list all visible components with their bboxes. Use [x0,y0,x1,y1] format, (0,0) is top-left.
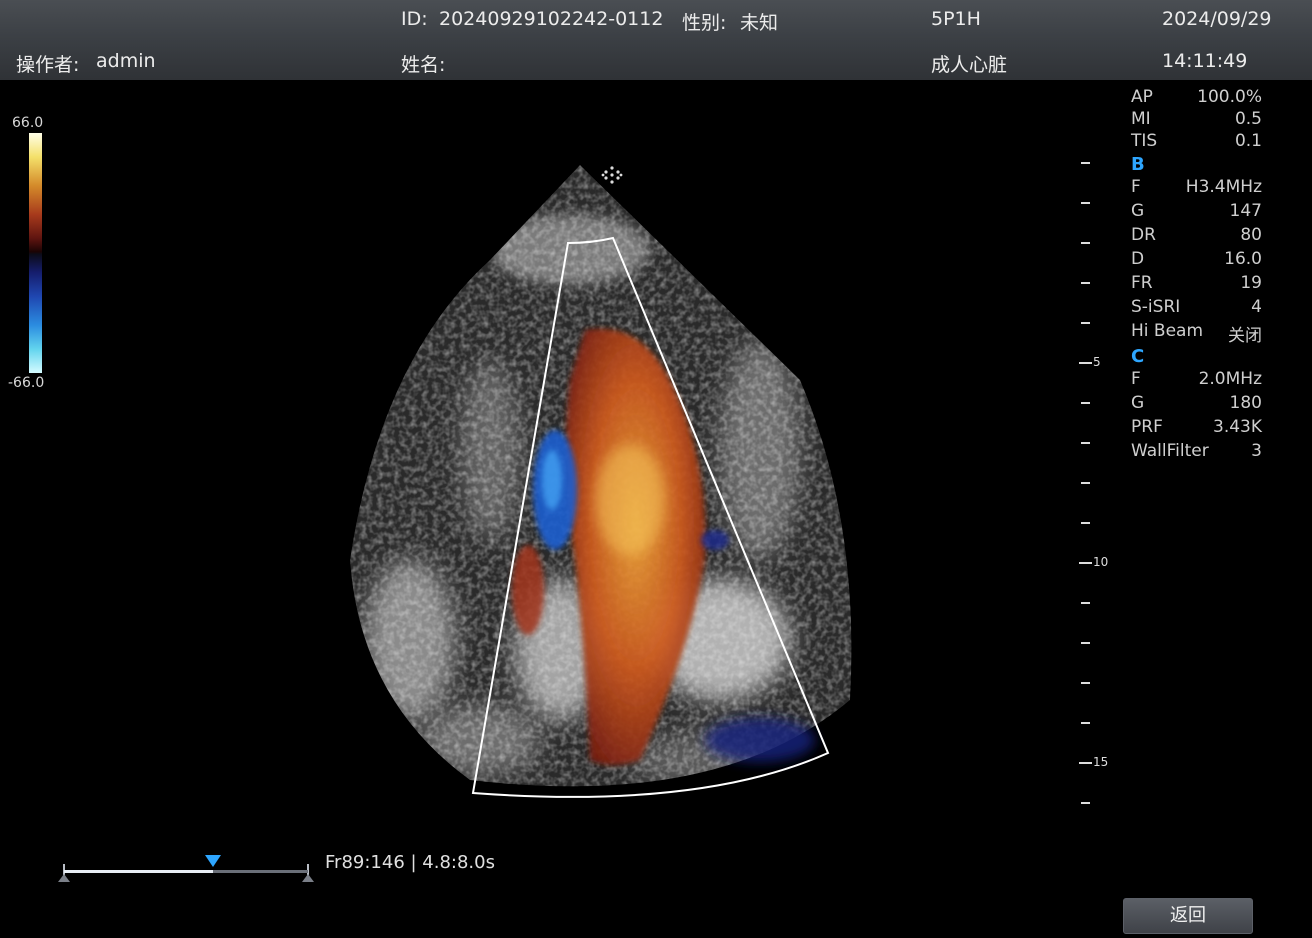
param-b-dynamic-range: DR 80 [1131,225,1262,245]
probe-name: 5P1H [931,8,981,30]
param-b-s-isri: S-iSRI 4 [1131,297,1262,317]
depth-tick-major [1079,362,1092,364]
exam-time: 14:11:49 [1162,50,1248,72]
param-c-frequency: F 2.0MHz [1131,369,1262,389]
param-b-depth: D 16.0 [1131,249,1262,269]
param-b-frequency: F H3.4MHz [1131,177,1262,197]
param-tis: TIS 0.1 [1131,131,1262,151]
patient-id-label: ID: [401,8,428,30]
gender-value: 未知 [740,12,779,34]
param-b-frame-rate: FR 19 [1131,273,1262,293]
param-mi: MI 0.5 [1131,109,1262,129]
depth-tick-major [1079,562,1092,564]
param-c-gain: G 180 [1131,393,1262,413]
depth-label-5: 5 [1093,355,1101,369]
param-c-wall-filter: WallFilter 3 [1131,441,1262,461]
depth-tick [1081,242,1090,244]
probe-orientation-icon [601,166,623,184]
depth-tick [1081,602,1090,604]
depth-tick [1081,162,1090,164]
depth-tick [1081,482,1090,484]
depth-tick [1081,402,1090,404]
back-button[interactable]: 返回 [1123,898,1253,934]
gender-label: 性别: [682,12,727,34]
c-mode-section-title: C [1131,346,1145,367]
header-bar: ID: 20240929102242-0112 性别: 未知 5P1H 2024… [0,0,1312,80]
depth-tick-major [1079,762,1092,764]
operator-value: admin [96,50,156,72]
depth-tick [1081,322,1090,324]
depth-tick [1081,522,1090,524]
cine-playhead[interactable] [204,855,221,867]
depth-ruler: 5 10 15 [1076,150,1116,810]
b-mode-section-title: B [1131,154,1145,175]
cine-start-marker[interactable] [58,874,70,882]
cine-end-marker[interactable] [302,874,314,882]
depth-label-10: 10 [1093,555,1109,569]
imaging-parameters-panel: AP 100.0% MI 0.5 TIS 0.1 B F H3.4MHz G 147 DR… [1131,87,1266,465]
ultrasound-screen: ID: 20240929102242-0112 性别: 未知 5P1H 2024… [0,0,1312,938]
depth-label-15: 15 [1093,755,1109,769]
operator-label: 操作者: [16,54,80,76]
depth-tick [1081,642,1090,644]
param-ap: AP 100.0% [1131,87,1262,107]
depth-tick [1081,442,1090,444]
exam-date: 2024/09/29 [1162,8,1272,30]
exam-preset: 成人心脏 [931,54,1008,76]
patient-name-label: 姓名: [401,54,446,76]
depth-tick [1081,682,1090,684]
patient-id-value: 20240929102242-0112 [439,8,664,30]
frame-info: Fr89:146 | 4.8:8.0s [325,852,495,873]
ultrasound-image[interactable] [0,80,1100,840]
depth-tick [1081,282,1090,284]
depth-tick [1081,202,1090,204]
cine-progress [64,870,213,873]
depth-tick [1081,722,1090,724]
depth-tick [1081,802,1090,804]
param-b-hi-beam: Hi Beam 关闭 [1131,321,1262,346]
param-c-prf: PRF 3.43K [1131,417,1262,437]
param-b-gain: G 147 [1131,201,1262,221]
cine-review-slider[interactable] [58,850,318,890]
